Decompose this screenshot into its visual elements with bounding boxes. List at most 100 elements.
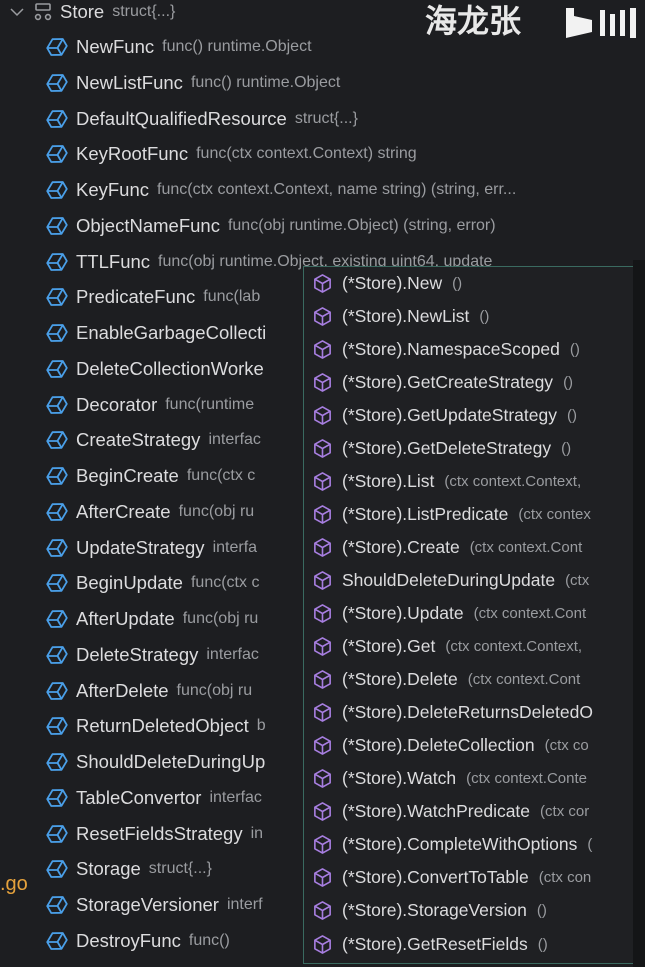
method-signature: () bbox=[536, 902, 547, 920]
completion-item[interactable]: (*Store).Watch (ctx context.Conte bbox=[312, 765, 587, 793]
method-name: (*Store).StorageVersion bbox=[342, 900, 527, 921]
completion-item[interactable]: (*Store).Update (ctx context.Cont bbox=[312, 600, 586, 628]
method-name: (*Store).GetDeleteStrategy bbox=[342, 437, 552, 458]
field-icon bbox=[46, 753, 68, 772]
tree-item-field[interactable]: DeleteStrategy interfac bbox=[46, 640, 259, 670]
method-icon bbox=[314, 471, 331, 491]
field-icon bbox=[46, 395, 68, 414]
tree-item-field[interactable]: DeleteCollectionWorke bbox=[46, 354, 272, 384]
tree-item-field[interactable]: CreateStrategy interfac bbox=[46, 425, 261, 455]
completion-item[interactable]: (*Store).WatchPredicate (ctx cor bbox=[312, 798, 589, 826]
completion-popup[interactable]: (*Store).New() (*Store).NewList() (*Store)… bbox=[303, 266, 644, 964]
completion-item[interactable]: (*Store).New () bbox=[312, 269, 462, 297]
tree-item-field[interactable]: TableConvertor interfac bbox=[46, 783, 262, 813]
method-name: (*Store).DeleteCollection bbox=[342, 735, 535, 756]
completion-item[interactable]: (*Store).List (ctx context.Context, bbox=[312, 467, 581, 495]
completion-item[interactable]: (*Store).StorageVersion () bbox=[312, 897, 547, 925]
tree-item-field[interactable]: Decorator func(runtime bbox=[46, 390, 254, 420]
field-icon bbox=[46, 896, 68, 915]
completion-item[interactable]: (*Store).GetCreateStrategy () bbox=[312, 368, 573, 396]
method-icon bbox=[314, 504, 331, 524]
tree-item-field[interactable]: AfterUpdate func(obj ru bbox=[46, 604, 258, 634]
tree-item-field[interactable]: PredicateFunc func(lab bbox=[46, 282, 260, 312]
method-name: (*Store).GetResetFields bbox=[342, 933, 528, 954]
window-edge bbox=[633, 260, 645, 967]
completion-item[interactable]: (*Store).Delete (ctx context.Cont bbox=[312, 666, 580, 694]
completion-item[interactable]: (*Store).ListPredicate (ctx contex bbox=[312, 500, 591, 528]
tree-item-field[interactable]: AfterDelete func(obj ru bbox=[46, 676, 252, 706]
method-icon bbox=[314, 736, 331, 756]
field-type: func(obj ru bbox=[176, 681, 253, 699]
field-icon bbox=[46, 109, 68, 128]
field-icon bbox=[46, 717, 68, 736]
method-signature: (ctx co bbox=[544, 737, 589, 755]
field-name: DeleteStrategy bbox=[76, 643, 199, 665]
tree-item-field[interactable]: UpdateStrategy interfa bbox=[46, 533, 257, 563]
field-type: in bbox=[250, 824, 264, 842]
field-name: NewListFunc bbox=[76, 71, 183, 93]
field-type: func(ctx context.Context) string bbox=[196, 145, 417, 163]
tree-item-field[interactable]: ReturnDeletedObject b bbox=[46, 711, 266, 741]
completion-item[interactable]: (*Store).ConvertToTable (ctx con bbox=[312, 864, 591, 892]
method-icon bbox=[314, 703, 331, 723]
completion-item[interactable]: (*Store).GetUpdateStrategy () bbox=[312, 401, 577, 429]
completion-item[interactable]: (*Store).GetDeleteStrategy () bbox=[312, 434, 571, 462]
method-name: (*Store).DeleteReturnsDeletedO bbox=[342, 702, 593, 723]
tree-item-field[interactable]: BeginUpdate func(ctx c bbox=[46, 568, 259, 598]
struct-name: Store bbox=[60, 1, 105, 22]
tree-item-field[interactable]: KeyRootFunc func(ctx context.Context) str… bbox=[46, 139, 417, 169]
field-icon bbox=[46, 646, 68, 664]
method-signature: () bbox=[537, 935, 548, 953]
tree-item-field[interactable]: Storage struct{...} bbox=[46, 854, 212, 884]
chevron-down-icon[interactable] bbox=[8, 3, 26, 21]
method-name: (*Store).List bbox=[342, 470, 435, 491]
method-signature: (ctx contex bbox=[518, 505, 591, 523]
tree-item-field[interactable]: NewFunc func() runtime.Object bbox=[46, 32, 312, 62]
completion-item[interactable]: ShouldDeleteDuringUpdate (ctx bbox=[312, 566, 589, 594]
struct-icon bbox=[34, 3, 52, 21]
completion-item[interactable]: (*Store).DeleteCollection (ctx co bbox=[312, 732, 589, 760]
completion-item[interactable]: (*Store).NamespaceScoped () bbox=[312, 335, 580, 363]
completion-item[interactable]: (*Store).Get (ctx context.Context, bbox=[312, 633, 582, 661]
file-label[interactable]: .go bbox=[0, 873, 28, 896]
completion-item[interactable]: (*Store).Create (ctx context.Cont bbox=[312, 533, 582, 561]
tree-item-field[interactable]: BeginCreate func(ctx c bbox=[46, 461, 255, 491]
tree-item-field[interactable]: ObjectNameFunc func(obj runtime.Object) (… bbox=[46, 211, 496, 241]
tree-item-field[interactable]: ShouldDeleteDuringUp bbox=[46, 747, 273, 777]
method-icon bbox=[314, 405, 331, 425]
field-name: BeginUpdate bbox=[76, 572, 183, 594]
completion-item[interactable]: (*Store).NewList () bbox=[312, 302, 489, 330]
method-icon bbox=[314, 571, 331, 590]
tree-item-store[interactable]: Store struct{...} bbox=[8, 0, 175, 27]
method-icon bbox=[314, 637, 331, 656]
field-icon bbox=[46, 288, 68, 307]
field-name: PredicateFunc bbox=[76, 286, 196, 308]
method-name: (*Store).NamespaceScoped bbox=[342, 338, 560, 359]
method-signature: (ctx cor bbox=[540, 803, 590, 821]
tree-item-field[interactable]: StorageVersioner interf bbox=[46, 890, 263, 920]
tree-item-field[interactable]: AfterCreate func(obj ru bbox=[46, 497, 254, 527]
completion-item[interactable]: (*Store).GetResetFields () bbox=[312, 930, 548, 958]
field-icon bbox=[46, 359, 68, 378]
method-signature: () bbox=[479, 307, 490, 325]
field-icon bbox=[46, 789, 68, 807]
tree-item-field[interactable]: KeyFunc func(ctx context.Context, name st… bbox=[46, 175, 516, 205]
tree-item-field[interactable]: EnableGarbageCollecti bbox=[46, 318, 274, 348]
completion-item[interactable]: (*Store).CompleteWithOptions ( bbox=[312, 831, 592, 859]
field-icon bbox=[46, 145, 68, 164]
field-icon bbox=[46, 503, 68, 521]
method-name: (*Store).ListPredicate bbox=[342, 503, 509, 524]
method-name: (*Store).GetCreateStrategy bbox=[342, 371, 554, 392]
tree-item-field[interactable]: NewListFunc func() runtime.Object bbox=[46, 68, 340, 98]
method-signature: () bbox=[563, 373, 574, 391]
field-type: b bbox=[256, 717, 266, 735]
method-signature: () bbox=[452, 274, 463, 292]
method-icon bbox=[314, 604, 331, 623]
completion-item[interactable]: (*Store).DeleteReturnsDeletedO bbox=[312, 699, 603, 727]
field-name: Storage bbox=[76, 858, 141, 880]
method-icon bbox=[314, 670, 331, 689]
tree-item-field[interactable]: ResetFieldsStrategy in bbox=[46, 819, 263, 849]
tree-item-field[interactable]: DefaultQualifiedResource struct{...} bbox=[46, 104, 358, 134]
method-icon bbox=[314, 537, 331, 557]
tree-item-field[interactable]: DestroyFunc func() bbox=[46, 926, 230, 956]
